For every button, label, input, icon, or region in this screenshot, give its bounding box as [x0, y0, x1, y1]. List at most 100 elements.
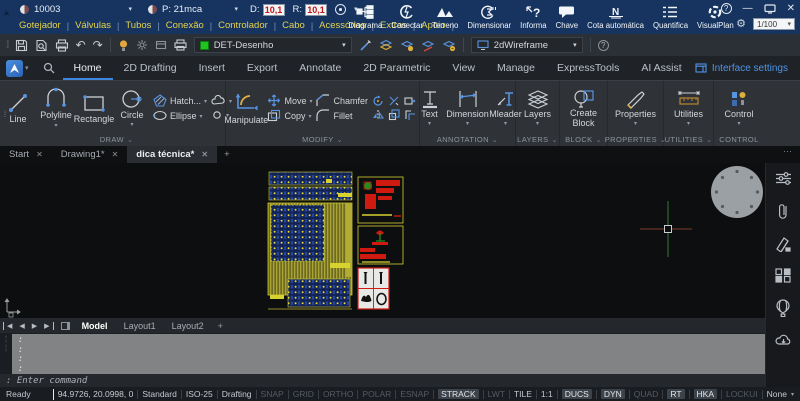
next-layout-button[interactable]: ▶ — [29, 322, 40, 330]
caret-down-icon[interactable]: ▾ — [54, 122, 57, 129]
polyline-button[interactable]: Polyline ▾ — [39, 87, 73, 128]
status-workspace[interactable]: Drafting — [222, 389, 252, 399]
copy-button[interactable]: Copy ▾ — [267, 109, 312, 122]
close-icon[interactable]: ✕ — [36, 150, 43, 159]
status-dim-style[interactable]: ISO-25 — [186, 389, 213, 399]
attachments-paperclip-icon[interactable] — [777, 202, 789, 220]
status-coordinates[interactable]: 94.9726, 20.0998, 0 — [58, 389, 134, 399]
maximize-button[interactable] — [764, 4, 776, 14]
annotation-panel-footer[interactable]: ANNOTATION ⌄ — [420, 133, 515, 146]
modify-panel-footer[interactable]: MODIFY ⌄ — [226, 133, 419, 146]
layout-tab-layout2[interactable]: Layout2 — [164, 321, 212, 331]
printer-small-icon[interactable] — [174, 39, 187, 51]
chave-button[interactable]: Chave — [551, 0, 583, 34]
close-icon[interactable]: ✕ — [201, 150, 208, 159]
match-layer-icon[interactable] — [359, 39, 372, 52]
status-polar-toggle[interactable]: POLAR — [362, 389, 391, 399]
layer-off-icon[interactable] — [421, 39, 435, 52]
hatch-button[interactable]: Hatch... ▾ — [153, 94, 207, 107]
radius-input[interactable]: 10,1 — [305, 4, 327, 16]
status-lockui-toggle[interactable]: LOCKUI — [726, 389, 758, 399]
lamp-icon[interactable] — [118, 39, 129, 52]
utilities-button[interactable]: Utilities ▾ — [672, 89, 706, 127]
block-panel-footer[interactable]: BLOCK ⌄ — [560, 133, 607, 146]
toolbar-grip-icon[interactable]: ☀ — [2, 9, 12, 23]
last-layout-button[interactable]: ▶ — [41, 322, 53, 330]
scale-icon[interactable] — [388, 109, 400, 121]
caret-down-icon[interactable]: ▾ — [504, 120, 507, 127]
status-strack-toggle[interactable]: STRACK — [438, 389, 478, 399]
circle-button[interactable]: Circle ▾ — [115, 88, 149, 128]
status-ducs-toggle[interactable]: DUCS — [562, 389, 592, 399]
move-button[interactable]: Move ▾ — [267, 94, 312, 107]
fillet-button[interactable]: Fillet — [316, 109, 368, 122]
plot-preview-icon[interactable] — [35, 39, 48, 52]
ribbon-tab-2d-parametric[interactable]: 2D Parametric — [352, 56, 441, 80]
minimize-button[interactable]: — — [743, 6, 753, 12]
close-icon[interactable]: ✕ — [112, 150, 119, 159]
rectangle-button[interactable]: Rectangle — [77, 92, 111, 124]
create-block-button[interactable]: Create Block — [563, 88, 604, 128]
mirror-icon[interactable] — [372, 109, 384, 121]
redo-icon[interactable]: ↷ — [93, 39, 103, 51]
interface-settings-link[interactable]: Interface settings — [695, 63, 796, 74]
caret-down-icon[interactable]: ▾ — [737, 120, 740, 127]
properties-button[interactable]: Properties ▾ — [615, 89, 656, 127]
menu-item-controlador[interactable]: Controlador — [212, 20, 274, 31]
layer-dropdown[interactable]: DET-Desenho ▾ — [194, 37, 352, 53]
caret-down-icon[interactable]: ▾ — [204, 98, 207, 105]
draw-panel-footer[interactable]: DRAW ⌄ — [8, 133, 225, 146]
layer-lock-icon[interactable] — [442, 39, 456, 52]
caret-down-icon[interactable]: ▾ — [466, 120, 469, 127]
doc-tab-drawing1[interactable]: Drawing1* ✕ — [52, 146, 128, 163]
dock-handle-icon[interactable]: ⋯ — [783, 146, 792, 157]
settings-gear-icon[interactable]: ⚙ — [736, 19, 746, 30]
ribbon-tab-annotate[interactable]: Annotate — [288, 56, 352, 80]
layer-isolate-icon[interactable] — [379, 39, 393, 52]
terreno-button[interactable]: Terreno — [427, 0, 462, 34]
ribbon-tab-insert[interactable]: Insert — [188, 56, 236, 80]
menu-item-tubos[interactable]: Tubos — [119, 20, 157, 31]
manipulate-button[interactable]: Manipulate — [229, 91, 263, 125]
diagrama-button[interactable]: Diagrama — [344, 0, 387, 34]
line-button[interactable]: Line — [1, 92, 35, 124]
caret-down-icon[interactable]: ▾ — [428, 120, 431, 127]
ribbon-tab-ai-assist[interactable]: AI Assist — [630, 56, 692, 80]
layers-panel-footer[interactable]: LAYERS ⌄ — [516, 133, 559, 146]
doc-tab-start[interactable]: Start ✕ — [0, 146, 52, 163]
close-button[interactable]: ✕ — [787, 3, 795, 14]
caret-down-icon[interactable]: ▾ — [130, 121, 133, 128]
new-layout-button[interactable]: + — [212, 321, 229, 331]
ribbon-tab-2d-drafting[interactable]: 2D Drafting — [113, 56, 188, 80]
trim-icon[interactable] — [388, 95, 400, 107]
status-snap-toggle[interactable]: SNAP — [261, 389, 284, 399]
status-tile-toggle[interactable]: TILE — [514, 389, 532, 399]
render-materials-icon[interactable] — [775, 236, 792, 252]
status-lwt-toggle[interactable]: LWT — [488, 389, 505, 399]
status-caret-icon[interactable]: ▾ — [791, 391, 794, 398]
doc-tab-dica-tecnica[interactable]: dica técnica* ✕ — [127, 146, 217, 163]
blocks-grid-icon[interactable] — [775, 268, 791, 283]
status-text-style[interactable]: Standard — [142, 389, 177, 399]
ribbon-tab-manage[interactable]: Manage — [486, 56, 546, 80]
whats-new-balloon-icon[interactable] — [776, 299, 790, 317]
diameter-input[interactable]: 10,1 — [263, 4, 285, 16]
dimensionar-button[interactable]: Dimensionar — [463, 0, 516, 34]
visual-style-dropdown[interactable]: 2dWireframe ▾ — [471, 37, 583, 53]
rotate-icon[interactable] — [372, 95, 384, 107]
help-button[interactable]: ? — [721, 3, 732, 14]
save-icon[interactable] — [15, 39, 28, 52]
status-annotation-monitor[interactable]: None — [767, 389, 787, 399]
properties-panel-footer[interactable]: PROPERTIES ⌄ — [608, 133, 663, 146]
scale-dropdown[interactable]: 1/100 ▾ — [753, 18, 795, 30]
prev-layout-button[interactable]: ◀ — [16, 322, 27, 330]
cloud-247-icon[interactable] — [775, 333, 792, 346]
informa-button[interactable]: ? Informa — [516, 0, 551, 34]
caret-down-icon[interactable]: ▾ — [308, 113, 311, 120]
emitter-dropdown[interactable]: 10003 ▾ — [16, 3, 136, 17]
caret-down-icon[interactable]: ▾ — [687, 120, 690, 127]
help-circle-icon[interactable]: ? — [598, 40, 609, 51]
utilities-panel-footer[interactable]: UTILITIES ⌄ — [664, 133, 713, 146]
print-icon[interactable] — [55, 39, 69, 52]
status-hka-toggle[interactable]: HKA — [694, 389, 717, 399]
